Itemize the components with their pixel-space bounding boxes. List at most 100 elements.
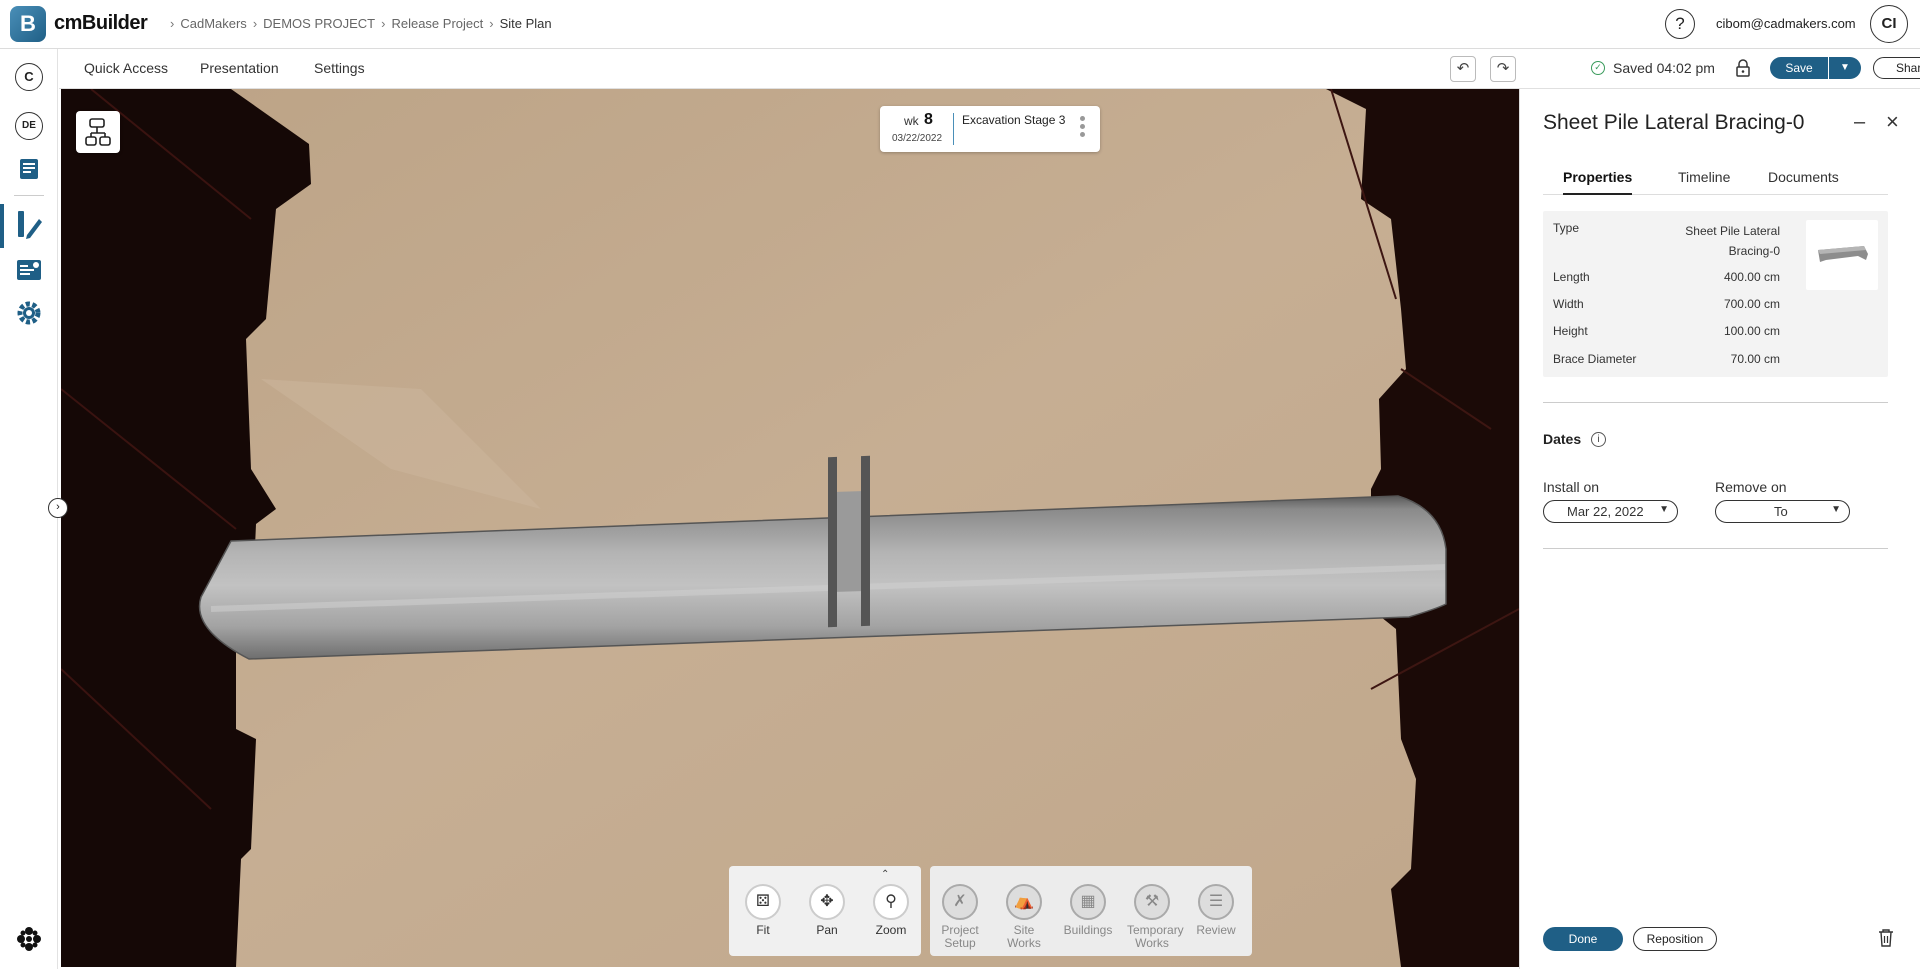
width-value: 700.00 cm: [1723, 297, 1780, 311]
height-value: 100.00 cm: [1723, 324, 1780, 338]
chevron-right-icon: ›: [381, 16, 386, 31]
undo-icon[interactable]: ↶: [1450, 56, 1476, 82]
properties-table: Type Sheet Pile Lateral Bracing-0 Length…: [1543, 211, 1888, 377]
menu-presentation[interactable]: Presentation: [200, 60, 279, 76]
breadcrumb-item-release-project[interactable]: Release Project: [391, 16, 483, 31]
fit-label: Fit: [756, 923, 770, 937]
panel-tabs: Properties Timeline Documents: [1543, 169, 1888, 195]
layer-tree-button[interactable]: [76, 111, 120, 153]
site-works-icon: ⛺: [1006, 884, 1042, 920]
help-icon[interactable]: ?: [1665, 9, 1695, 39]
stage-date: 03/22/2022: [892, 133, 943, 144]
expand-sidebar-chevron-icon[interactable]: ›: [48, 498, 68, 518]
panel-title: Sheet Pile Lateral Bracing-0: [1543, 111, 1805, 134]
review-icon: ☰: [1198, 884, 1234, 920]
project-setup-icon: ✗: [942, 884, 978, 920]
more-vertical-icon[interactable]: [1080, 116, 1088, 140]
type-value: Sheet Pile Lateral Bracing-0: [1685, 224, 1780, 258]
user-email[interactable]: cibom@cadmakers.com: [1716, 16, 1856, 31]
breadcrumb: › CadMakers › DEMOS PROJECT › Release Pr…: [170, 16, 558, 31]
pan-tool[interactable]: ✥ Pan: [802, 884, 852, 937]
pan-icon: ✥: [809, 884, 845, 920]
install-date-value: Mar 22, 2022: [1567, 504, 1644, 519]
temporary-works-icon: ⚒: [1134, 884, 1170, 920]
company-icon[interactable]: C: [15, 63, 43, 91]
saved-text: Saved 04:02 pm: [1613, 60, 1715, 76]
save-options-chevron-down-icon[interactable]: ▼: [1829, 57, 1861, 79]
tab-properties[interactable]: Properties: [1563, 169, 1633, 195]
save-button[interactable]: Save: [1770, 57, 1828, 79]
settings-gear-icon[interactable]: [15, 299, 43, 327]
project-setup-tool[interactable]: ✗ Project Setup: [935, 884, 985, 950]
review-label: Review: [1196, 923, 1236, 937]
buildings-label: Buildings: [1063, 923, 1113, 937]
remove-date-value: To: [1774, 504, 1788, 519]
breadcrumb-item-cadmakers[interactable]: CadMakers: [180, 16, 246, 31]
element-thumbnail: [1806, 220, 1878, 290]
info-icon[interactable]: i: [1591, 432, 1606, 447]
chevron-right-icon: ›: [489, 16, 494, 31]
category-tools: ✗ Project Setup ⛺ Site Works ▦ Buildings…: [930, 866, 1252, 956]
app-logo-icon[interactable]: B: [10, 6, 46, 42]
active-indicator: [0, 204, 4, 248]
zoom-tool[interactable]: ⚲ Zoom: [866, 884, 916, 937]
pan-label: Pan: [816, 923, 838, 937]
builder-tools-icon[interactable]: [15, 209, 43, 239]
breadcrumb-item-site-plan: Site Plan: [499, 16, 552, 31]
done-button[interactable]: Done: [1543, 927, 1623, 951]
documents-icon[interactable]: [15, 155, 43, 183]
3d-viewport[interactable]: wk 8 03/22/2022 Excavation Stage 3 ⌃ ⚄ F…: [61, 89, 1519, 967]
brace-diameter-label: Brace Diameter: [1553, 352, 1637, 366]
remove-date-select[interactable]: To ▼: [1715, 500, 1850, 523]
width-label: Width: [1553, 297, 1584, 311]
hierarchy-tree-icon: [85, 118, 111, 146]
zoom-icon: ⚲: [873, 884, 909, 920]
redo-icon[interactable]: ↷: [1490, 56, 1516, 82]
menu-quick-access[interactable]: Quick Access: [84, 60, 168, 76]
trash-icon[interactable]: [1877, 928, 1895, 948]
breadcrumb-item-demos-project[interactable]: DEMOS PROJECT: [263, 16, 375, 31]
saved-status: ✓ Saved 04:02 pm: [1591, 60, 1715, 76]
fit-tool[interactable]: ⚄ Fit: [738, 884, 788, 937]
site-works-tool[interactable]: ⛺ Site Works: [999, 884, 1049, 950]
minimize-icon[interactable]: –: [1854, 111, 1865, 134]
avatar[interactable]: CI: [1870, 5, 1908, 43]
tab-documents[interactable]: Documents: [1768, 169, 1839, 193]
chevron-right-icon: ›: [252, 16, 258, 31]
share-button[interactable]: Share: [1873, 57, 1920, 79]
navigation-tools: ⌃ ⚄ Fit ✥ Pan ⚲ Zoom: [729, 866, 921, 956]
close-icon[interactable]: ×: [1886, 109, 1899, 135]
fit-icon: ⚄: [745, 884, 781, 920]
length-value: 400.00 cm: [1723, 270, 1780, 284]
stage-indicator[interactable]: wk 8 03/22/2022 Excavation Stage 3: [880, 106, 1100, 152]
install-on-label: Install on: [1543, 479, 1600, 495]
install-date-select[interactable]: Mar 22, 2022 ▼: [1543, 500, 1678, 523]
lock-icon[interactable]: [1735, 59, 1751, 77]
stage-name: Excavation Stage 3: [962, 113, 1066, 127]
chevron-up-icon[interactable]: ⌃: [881, 869, 889, 880]
remove-on-label: Remove on: [1715, 479, 1787, 495]
temporary-works-label: Temporary Works: [1127, 923, 1184, 950]
zoom-label: Zoom: [875, 923, 907, 937]
height-label: Height: [1553, 324, 1588, 338]
schedule-icon[interactable]: [15, 255, 43, 283]
project-setup-label: Project Setup: [941, 923, 979, 950]
temporary-works-tool[interactable]: ⚒ Temporary Works: [1127, 884, 1184, 950]
reposition-button[interactable]: Reposition: [1633, 927, 1717, 951]
chevron-right-icon: ›: [170, 16, 175, 31]
app-name: cmBuilder: [54, 12, 148, 34]
menu-settings[interactable]: Settings: [314, 60, 365, 76]
scene-render: [61, 89, 1519, 967]
week-number: 8: [924, 111, 933, 128]
review-tool[interactable]: ☰ Review: [1191, 884, 1241, 937]
brace-diameter-value: 70.00 cm: [1730, 352, 1780, 366]
buildings-tool[interactable]: ▦ Buildings: [1063, 884, 1113, 937]
week-label: wk: [904, 114, 919, 128]
tab-timeline[interactable]: Timeline: [1678, 169, 1730, 193]
project-badge[interactable]: DE: [15, 112, 43, 140]
caret-down-icon: ▼: [1831, 504, 1841, 515]
apps-menu-icon[interactable]: [15, 925, 43, 953]
check-circle-icon: ✓: [1591, 61, 1605, 75]
buildings-icon: ▦: [1070, 884, 1106, 920]
type-label: Type: [1553, 221, 1580, 235]
